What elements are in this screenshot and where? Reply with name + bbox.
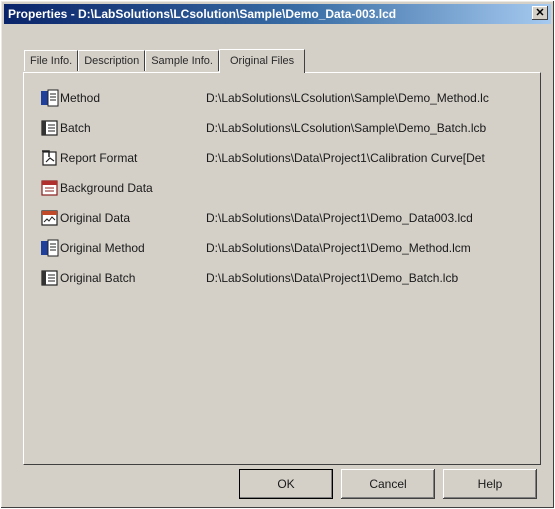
file-row-background-data: Background Data xyxy=(40,177,540,199)
title-bar[interactable]: Properties - D:\LabSolutions\LCsolution\… xyxy=(4,4,551,24)
file-label: Original Batch xyxy=(60,271,136,285)
file-label: Report Format xyxy=(60,151,138,165)
help-button[interactable]: Help xyxy=(443,469,537,499)
file-row-original-batch: Original Batch D:\LabSolutions\Data\Proj… xyxy=(40,267,540,289)
original-files-panel: Method D:\LabSolutions\LCsolution\Sample… xyxy=(23,72,541,465)
properties-dialog: Properties - D:\LabSolutions\LCsolution\… xyxy=(0,0,555,509)
data-file-icon xyxy=(41,210,58,226)
tab-strip: File Info. Description Sample Info. Orig… xyxy=(24,48,306,73)
file-path: D:\LabSolutions\Data\Project1\Demo_Batch… xyxy=(206,271,459,285)
tab-description[interactable]: Description xyxy=(78,50,146,71)
tab-sample-info[interactable]: Sample Info. xyxy=(145,50,219,71)
method-file-icon xyxy=(41,239,59,257)
file-row-method: Method D:\LabSolutions\LCsolution\Sample… xyxy=(40,87,540,109)
tab-original-files[interactable]: Original Files xyxy=(218,49,306,73)
dialog-buttons: OK Cancel Help xyxy=(239,469,537,499)
file-path: D:\LabSolutions\LCsolution\Sample\Demo_B… xyxy=(206,121,487,135)
close-button[interactable]: ✕ xyxy=(532,6,548,20)
file-row-original-method: Original Method D:\LabSolutions\Data\Pro… xyxy=(40,237,540,259)
file-row-report-format: Report Format D:\LabSolutions\Data\Proje… xyxy=(40,147,540,169)
cancel-button[interactable]: Cancel xyxy=(341,469,435,499)
file-row-batch: Batch D:\LabSolutions\LCsolution\Sample\… xyxy=(40,117,540,139)
batch-file-icon xyxy=(41,120,58,136)
file-label: Batch xyxy=(60,121,91,135)
file-path: D:\LabSolutions\Data\Project1\Demo_Metho… xyxy=(206,241,471,255)
ok-button[interactable]: OK xyxy=(239,469,333,499)
window-title: Properties - D:\LabSolutions\LCsolution\… xyxy=(8,7,397,21)
file-label: Original Data xyxy=(60,211,131,225)
background-data-icon xyxy=(41,180,58,196)
file-path: D:\LabSolutions\Data\Project1\Calibratio… xyxy=(206,151,485,165)
file-label: Original Method xyxy=(60,241,145,255)
file-path: D:\LabSolutions\LCsolution\Sample\Demo_M… xyxy=(206,91,489,105)
file-row-original-data: Original Data D:\LabSolutions\Data\Proje… xyxy=(40,207,540,229)
file-label: Background Data xyxy=(60,181,153,195)
tab-file-info[interactable]: File Info. xyxy=(24,50,79,71)
file-path: D:\LabSolutions\Data\Project1\Demo_Data0… xyxy=(206,211,473,225)
report-format-icon xyxy=(42,150,57,166)
file-label: Method xyxy=(60,91,101,105)
method-file-icon xyxy=(41,89,59,107)
batch-file-icon xyxy=(41,270,58,286)
